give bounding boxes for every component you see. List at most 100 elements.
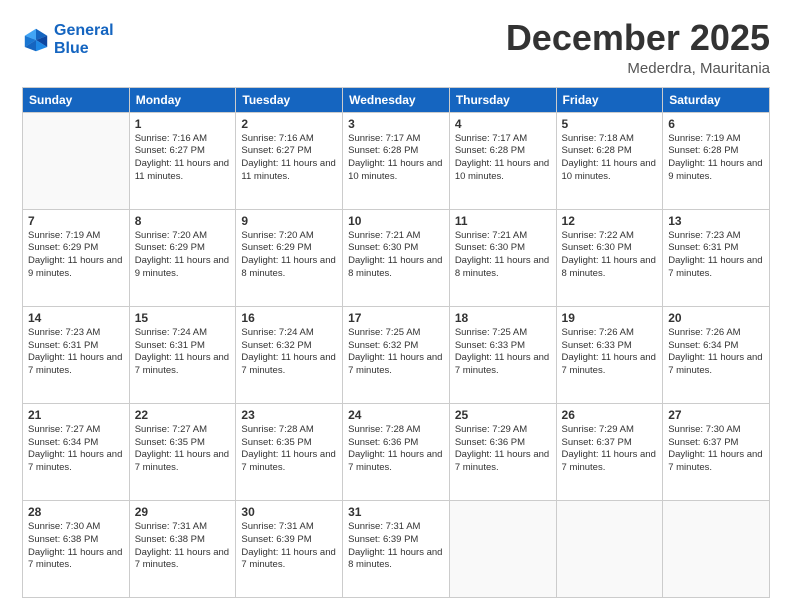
day-cell: 10Sunrise: 7:21 AM Sunset: 6:30 PM Dayli… [343,209,450,306]
day-cell: 6Sunrise: 7:19 AM Sunset: 6:28 PM Daylig… [663,112,770,209]
week-row-4: 21 Sunrise: 7:27 AM Sunset: 6:34 PM Dayli… [23,403,770,500]
day-number: 13 [668,214,764,228]
day-number: 27 [668,408,764,422]
day-number: 24 [348,408,444,422]
day-info: Sunrise: 7:25 AM Sunset: 6:33 PM Dayligh… [455,327,551,378]
day-info: Sunrise: 7:22 AM Sunset: 6:30 PM Dayligh… [562,230,658,281]
day-cell: 13 Sunrise: 7:23 AM Sunset: 6:31 PM Dayli… [663,209,770,306]
day-info: Sunrise: 7:31 AM Sunset: 6:39 PM Dayligh… [348,521,444,572]
day-info: Sunrise: 7:18 AM Sunset: 6:28 PM Dayligh… [562,133,658,184]
day-cell: 1Sunrise: 7:16 AM Sunset: 6:27 PM Daylig… [129,112,236,209]
weekday-monday: Monday [129,87,236,112]
logo-general: General [54,22,114,39]
day-number: 17 [348,311,444,325]
day-cell [663,500,770,597]
day-cell: 31 Sunrise: 7:31 AM Sunset: 6:39 PM Dayli… [343,500,450,597]
day-number: 9 [241,214,337,228]
day-info: Sunrise: 7:31 AM Sunset: 6:39 PM Dayligh… [241,521,337,572]
day-info: Sunrise: 7:25 AM Sunset: 6:32 PM Dayligh… [348,327,444,378]
weekday-header-row: SundayMondayTuesdayWednesdayThursdayFrid… [23,87,770,112]
day-info: Sunrise: 7:20 AM Sunset: 6:29 PM Dayligh… [241,230,337,281]
day-number: 10 [348,214,444,228]
day-cell: 7 Sunrise: 7:19 AM Sunset: 6:29 PM Daylig… [23,209,130,306]
title-block: December 2025 Mederdra, Mauritania [506,18,770,77]
day-cell: 12 Sunrise: 7:22 AM Sunset: 6:30 PM Dayli… [556,209,663,306]
day-info: Sunrise: 7:28 AM Sunset: 6:36 PM Dayligh… [348,424,444,475]
day-number: 23 [241,408,337,422]
day-number: 16 [241,311,337,325]
day-cell: 24 Sunrise: 7:28 AM Sunset: 6:36 PM Dayli… [343,403,450,500]
day-info: Sunrise: 7:23 AM Sunset: 6:31 PM Dayligh… [28,327,124,378]
day-info: Sunrise: 7:28 AM Sunset: 6:35 PM Dayligh… [241,424,337,475]
day-number: 11 [455,214,551,228]
day-cell: 14 Sunrise: 7:23 AM Sunset: 6:31 PM Dayli… [23,306,130,403]
logo-blue: Blue [54,40,114,58]
day-info: Sunrise: 7:17 AM Sunset: 6:28 PM Dayligh… [348,133,444,184]
day-cell: 2 Sunrise: 7:16 AM Sunset: 6:27 PM Daylig… [236,112,343,209]
day-number: 14 [28,311,124,325]
day-cell: 21 Sunrise: 7:27 AM Sunset: 6:34 PM Dayli… [23,403,130,500]
day-number: 18 [455,311,551,325]
day-info: Sunrise: 7:30 AM Sunset: 6:38 PM Dayligh… [28,521,124,572]
day-number: 5 [562,117,658,131]
day-info: Sunrise: 7:17 AM Sunset: 6:28 PM Dayligh… [455,133,551,184]
day-cell: 29Sunrise: 7:31 AM Sunset: 6:38 PM Dayli… [129,500,236,597]
day-cell: 18 Sunrise: 7:25 AM Sunset: 6:33 PM Dayli… [449,306,556,403]
day-number: 22 [135,408,231,422]
day-number: 7 [28,214,124,228]
day-number: 26 [562,408,658,422]
day-cell: 15Sunrise: 7:24 AM Sunset: 6:31 PM Dayli… [129,306,236,403]
day-info: Sunrise: 7:21 AM Sunset: 6:30 PM Dayligh… [455,230,551,281]
day-info: Sunrise: 7:23 AM Sunset: 6:31 PM Dayligh… [668,230,764,281]
day-number: 30 [241,505,337,519]
day-number: 2 [241,117,337,131]
day-cell: 3 Sunrise: 7:17 AM Sunset: 6:28 PM Daylig… [343,112,450,209]
day-cell: 20Sunrise: 7:26 AM Sunset: 6:34 PM Dayli… [663,306,770,403]
day-cell: 19 Sunrise: 7:26 AM Sunset: 6:33 PM Dayli… [556,306,663,403]
day-number: 21 [28,408,124,422]
month-title: December 2025 [506,18,770,58]
day-number: 8 [135,214,231,228]
page: General Blue December 2025 Mederdra, Mau… [0,0,792,612]
day-cell: 9 Sunrise: 7:20 AM Sunset: 6:29 PM Daylig… [236,209,343,306]
weekday-friday: Friday [556,87,663,112]
logo-text: General Blue [54,22,114,59]
weekday-wednesday: Wednesday [343,87,450,112]
location: Mederdra, Mauritania [506,60,770,77]
day-info: Sunrise: 7:26 AM Sunset: 6:33 PM Dayligh… [562,327,658,378]
day-info: Sunrise: 7:27 AM Sunset: 6:34 PM Dayligh… [28,424,124,475]
day-number: 12 [562,214,658,228]
day-info: Sunrise: 7:30 AM Sunset: 6:37 PM Dayligh… [668,424,764,475]
day-cell: 4Sunrise: 7:17 AM Sunset: 6:28 PM Daylig… [449,112,556,209]
day-number: 3 [348,117,444,131]
day-cell: 26Sunrise: 7:29 AM Sunset: 6:37 PM Dayli… [556,403,663,500]
day-info: Sunrise: 7:24 AM Sunset: 6:31 PM Dayligh… [135,327,231,378]
week-row-1: 1 Sunrise: 7:16 AM Sunset: 6:27 PM Daylig… [23,112,770,209]
day-cell: 5 Sunrise: 7:18 AM Sunset: 6:28 PM Daylig… [556,112,663,209]
day-number: 31 [348,505,444,519]
day-info: Sunrise: 7:26 AM Sunset: 6:34 PM Dayligh… [668,327,764,378]
day-cell: 8 Sunrise: 7:20 AM Sunset: 6:29 PM Daylig… [129,209,236,306]
day-info: Sunrise: 7:19 AM Sunset: 6:29 PM Dayligh… [28,230,124,281]
week-row-2: 7 Sunrise: 7:19 AM Sunset: 6:29 PM Daylig… [23,209,770,306]
day-cell: 28 Sunrise: 7:30 AM Sunset: 6:38 PM Dayli… [23,500,130,597]
day-info: Sunrise: 7:24 AM Sunset: 6:32 PM Dayligh… [241,327,337,378]
day-number: 19 [562,311,658,325]
day-info: Sunrise: 7:31 AM Sunset: 6:38 PM Dayligh… [135,521,231,572]
day-cell: 17 Sunrise: 7:25 AM Sunset: 6:32 PM Dayli… [343,306,450,403]
weekday-saturday: Saturday [663,87,770,112]
day-cell: 22Sunrise: 7:27 AM Sunset: 6:35 PM Dayli… [129,403,236,500]
day-info: Sunrise: 7:20 AM Sunset: 6:29 PM Dayligh… [135,230,231,281]
day-cell [449,500,556,597]
calendar: SundayMondayTuesdayWednesdayThursdayFrid… [22,87,770,598]
day-number: 6 [668,117,764,131]
logo: General Blue [22,22,114,59]
day-cell: 30 Sunrise: 7:31 AM Sunset: 6:39 PM Dayli… [236,500,343,597]
day-cell: 27 Sunrise: 7:30 AM Sunset: 6:37 PM Dayli… [663,403,770,500]
day-cell [23,112,130,209]
day-info: Sunrise: 7:16 AM Sunset: 6:27 PM Dayligh… [241,133,337,184]
week-row-3: 14 Sunrise: 7:23 AM Sunset: 6:31 PM Dayli… [23,306,770,403]
day-number: 1 [135,117,231,131]
header: General Blue December 2025 Mederdra, Mau… [22,18,770,77]
day-number: 28 [28,505,124,519]
